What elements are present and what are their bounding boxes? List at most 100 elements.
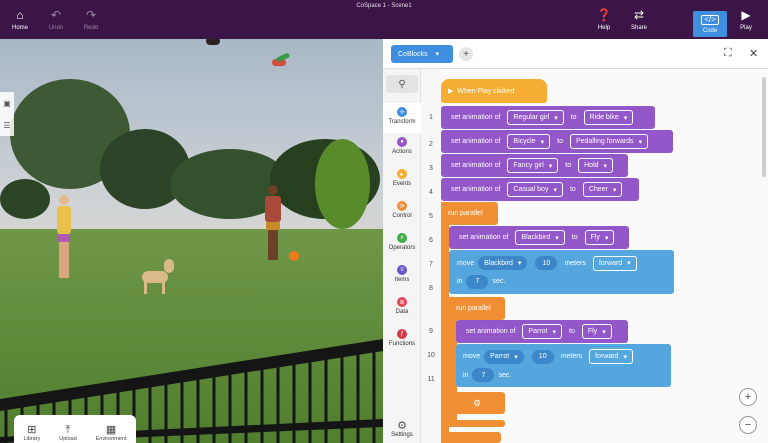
category-events[interactable]: ▸ Events — [383, 169, 421, 187]
transform-icon: ✛ — [397, 107, 407, 117]
category-items[interactable]: ≡ Items — [383, 265, 421, 283]
layers-icon[interactable]: ▣ — [3, 99, 11, 108]
shorts — [58, 234, 70, 242]
animation-dropdown[interactable]: Fly — [581, 324, 612, 339]
gear-icon: ⚙ — [397, 420, 407, 432]
tree — [315, 139, 370, 229]
play-icon: ▶ — [741, 7, 751, 22]
chevron-down-icon: ▾ — [435, 51, 440, 58]
blackbird[interactable] — [206, 39, 220, 45]
set-animation-block[interactable]: set animation of Regular girl to Ride bi… — [441, 106, 655, 129]
run-parallel-block[interactable]: run parallel — [441, 202, 498, 225]
object-dropdown[interactable]: Fancy girl — [507, 158, 559, 173]
line-number: 8 — [429, 285, 433, 292]
distance-input[interactable]: 10 — [535, 256, 558, 270]
items-icon: ≡ — [397, 265, 407, 275]
actions-icon: ● — [397, 137, 407, 147]
upload-button[interactable]: ⤒ Upload — [59, 424, 76, 442]
line-number-gutter: 1 2 3 4 5 6 7 8 9 10 11 — [421, 69, 441, 443]
animation-dropdown[interactable]: Pedalling forwards — [569, 134, 649, 149]
scene-side-toolbar: ▣ ☰ — [0, 92, 14, 136]
category-actions[interactable]: ● Actions — [383, 137, 421, 155]
ball[interactable] — [289, 251, 299, 261]
direction-dropdown[interactable]: forward — [592, 255, 637, 271]
object-dropdown[interactable]: Parrot — [484, 349, 524, 364]
code-button[interactable]: </> Code — [693, 11, 727, 37]
play-button[interactable]: ▶ Play — [726, 0, 766, 39]
zoom-out-button[interactable]: − — [739, 416, 757, 434]
category-sidebar: ⚲ ✛ Transform ● Actions ▸ Events ⟳ Control ±… — [383, 69, 421, 443]
regular-girl[interactable] — [56, 195, 72, 281]
code-panel: CoBlocks ▾ + ⛶ ✕ ⚲ ✛ Transform ● Actions ▸ E… — [383, 39, 768, 443]
when-play-clicked-block[interactable]: ▶ When Play clicked — [441, 79, 547, 103]
distance-input[interactable]: 10 — [531, 349, 554, 364]
torso — [265, 196, 281, 222]
run-parallel-footer[interactable]: ⚙ — [449, 392, 505, 414]
animation-dropdown[interactable]: Ride bike — [583, 110, 634, 125]
add-tab-button[interactable]: + — [459, 47, 473, 61]
casual-boy[interactable] — [264, 185, 282, 263]
object-dropdown[interactable]: Bicycle — [507, 134, 551, 149]
library-button[interactable]: ⊞ Library — [23, 424, 40, 442]
run-parallel-arm — [441, 202, 449, 443]
environment-button[interactable]: ▦ Environment — [96, 424, 127, 442]
time-input[interactable]: 7 — [472, 368, 495, 382]
line-number: 11 — [427, 376, 435, 383]
scrollbar[interactable] — [762, 77, 766, 177]
list-icon[interactable]: ☰ — [3, 121, 10, 130]
search-button[interactable]: ⚲ — [386, 75, 418, 93]
category-transform[interactable]: ✛ Transform — [383, 103, 421, 133]
move-block[interactable]: move Parrot 10 meters forward in 7 sec. — [456, 344, 671, 387]
dog[interactable] — [136, 257, 176, 295]
tab-coblocks[interactable]: CoBlocks ▾ — [391, 45, 453, 63]
object-dropdown[interactable]: Blackbird — [515, 230, 565, 245]
share-button[interactable]: ⇄ Share — [619, 0, 659, 39]
redo-button[interactable]: ↷ Redo — [71, 0, 111, 39]
share-icon: ⇄ — [633, 7, 645, 22]
top-bar: CoSpace 1 - Scene1 ⌂ Home ↶ Undo ↷ Redo ❓ He… — [0, 0, 768, 39]
object-dropdown[interactable]: Regular girl — [507, 110, 564, 125]
line-number: 7 — [429, 261, 433, 268]
set-animation-block[interactable]: set animation of Bicycle to Pedalling fo… — [441, 130, 673, 153]
upload-icon: ⤒ — [65, 424, 71, 436]
undo-button[interactable]: ↶ Undo — [36, 0, 76, 39]
line-number: 3 — [429, 165, 433, 172]
set-animation-block[interactable]: set animation of Casual boy to Cheer — [441, 178, 639, 201]
fullscreen-icon[interactable]: ⛶ — [724, 47, 732, 60]
animation-dropdown[interactable]: Cheer — [582, 182, 623, 197]
set-animation-block[interactable]: set animation of Blackbird to Fly — [449, 226, 629, 249]
run-parallel-block[interactable]: run parallel — [449, 297, 505, 320]
animation-dropdown[interactable]: Hold — [578, 158, 614, 173]
play-icon: ▶ — [448, 88, 454, 95]
category-functions[interactable]: ƒ Functions — [383, 329, 421, 347]
direction-dropdown[interactable]: forward — [589, 349, 633, 364]
category-operators[interactable]: ± Operators — [383, 233, 421, 251]
zoom-in-button[interactable]: + — [739, 388, 757, 406]
object-dropdown[interactable]: Blackbird — [478, 256, 528, 270]
line-number: 6 — [429, 237, 433, 244]
dog-head — [164, 259, 174, 273]
category-data[interactable]: ≣ Data — [383, 297, 421, 315]
set-animation-block[interactable]: set animation of Parrot to Fly — [456, 320, 628, 343]
scene-viewport[interactable]: ▣ ☰ — [0, 39, 383, 443]
parrot[interactable] — [268, 52, 292, 71]
code-workspace[interactable]: ▶ When Play clicked set animation of Regu… — [441, 69, 768, 443]
set-animation-block[interactable]: set animation of Fancy girl to Hold — [441, 154, 628, 177]
time-row: in 7 sec. — [463, 368, 511, 382]
object-dropdown[interactable]: Parrot — [522, 324, 562, 339]
close-icon[interactable]: ✕ — [749, 47, 758, 60]
help-button[interactable]: ❓ Help — [584, 0, 624, 39]
object-dropdown[interactable]: Casual boy — [507, 182, 563, 197]
move-block[interactable]: move Blackbird 10 meters forward in 7 se… — [449, 250, 674, 294]
settings-button[interactable]: ⚙ Settings — [383, 419, 421, 438]
code-icon: </> — [701, 14, 719, 25]
move-row: move Blackbird 10 meters forward — [457, 255, 641, 271]
environment-icon: ▦ — [105, 424, 117, 436]
category-control[interactable]: ⟳ Control — [383, 201, 421, 219]
home-button[interactable]: ⌂ Home — [0, 0, 40, 39]
line-number: 5 — [429, 213, 433, 220]
animation-dropdown[interactable]: Fly — [584, 230, 615, 245]
events-icon: ▸ — [397, 169, 407, 179]
time-input[interactable]: 7 — [466, 274, 489, 289]
operators-icon: ± — [397, 233, 407, 243]
